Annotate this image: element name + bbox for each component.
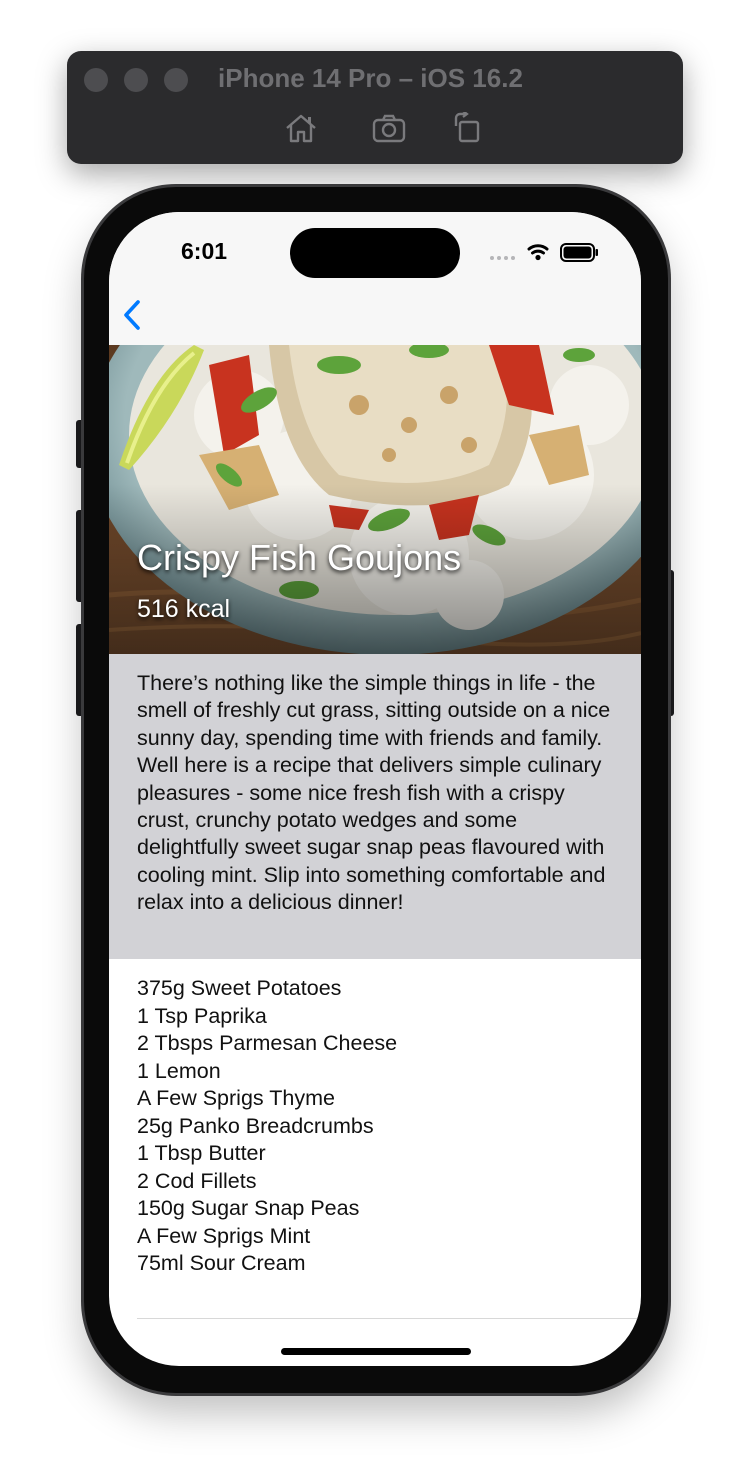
recipe-description: There’s nothing like the simple things i… [137,671,611,915]
ingredient-item: 375g Sweet Potatoes [137,976,342,1000]
status-time: 6:01 [181,238,228,264]
dynamic-island [290,228,460,278]
ingredient-item: 2 Cod Fillets [137,1168,257,1193]
simulator-title: iPhone 14 Pro – iOS 16.2 [218,63,523,93]
recipe-calories: 516 kcal [137,595,231,623]
ingredient-item: 150g Sugar Snap Peas [137,1196,360,1220]
ingredient-item: 2 Tbsps Parmesan Cheese [137,1031,398,1055]
list-separator [137,1318,641,1319]
rotate-icon[interactable] [450,110,486,144]
volume-up-button [76,510,84,602]
chevron-left-icon[interactable] [119,298,143,332]
ingredient-item: 1 Lemon [137,1058,221,1083]
ingredients-list: 375g Sweet Potatoes 1 Tsp Paprika 2 Tbsp… [137,975,397,1278]
screenshot-camera-icon[interactable] [371,112,407,144]
ingredient-item: A Few Sprigs Mint [137,1223,311,1248]
cellular-dots-icon [490,256,515,260]
minimize-window-button[interactable] [124,68,148,92]
close-window-button[interactable] [84,68,108,92]
wifi-icon [527,244,549,255]
ingredient-item: 1 Tbsp Butter [137,1141,266,1165]
recipe-description-section: There’s nothing like the simple things i… [109,654,641,959]
ingredient-item: 25g Panko Breadcrumbs [137,1113,374,1138]
home-indicator[interactable] [281,1348,471,1355]
recipe-hero-image: Crispy Fish Goujons 516 kcal [109,345,641,654]
status-icons [489,238,599,266]
recipe-title: Crispy Fish Goujons [137,537,462,578]
ingredient-item: A Few Sprigs Thyme [137,1086,335,1110]
app-screen: 6:01 Crispy Fish Goujons 516 kcal There’… [109,212,641,1366]
home-icon[interactable] [283,112,319,144]
volume-down-button [76,624,84,716]
ingredient-item: 1 Tsp Paprika [137,1003,267,1028]
ingredient-item: 75ml Sour Cream [137,1251,306,1275]
battery-icon [560,243,598,262]
action-button [76,420,84,468]
zoom-window-button[interactable] [164,68,188,92]
